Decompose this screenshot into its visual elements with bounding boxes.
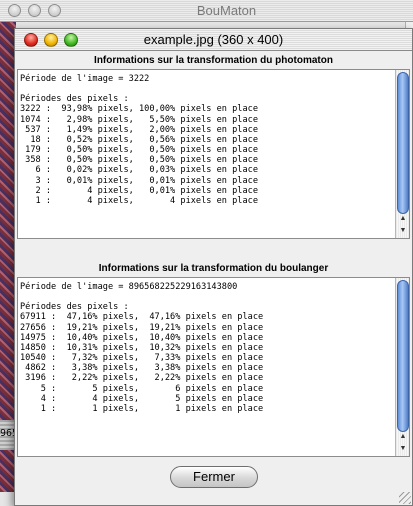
up-arrow-icon[interactable]: ▲ xyxy=(396,213,409,225)
resize-grip-icon[interactable] xyxy=(399,492,411,504)
text-line: 4 : 4 pixels, 5 pixels en place xyxy=(20,393,264,404)
close-button[interactable]: Fermer xyxy=(170,466,258,488)
photomaton-text-area[interactable]: Période de l'image = 3222 Périodes des p… xyxy=(17,69,410,239)
text-line: 3222 : 93,98% pixels, 100,00% pixels en … xyxy=(20,104,258,115)
photomaton-scroll-thumb[interactable] xyxy=(397,72,409,214)
text-line: 6 : 0,02% pixels, 0,03% pixels en place xyxy=(20,165,258,176)
text-line: Période de l'image = 3222 xyxy=(20,74,150,84)
text-line: 4862 : 3,38% pixels, 3,38% pixels en pla… xyxy=(20,363,264,374)
text-line: 67911 : 47,16% pixels, 47,16% pixels en … xyxy=(20,312,264,323)
text-line: 27656 : 19,21% pixels, 19,21% pixels en … xyxy=(20,322,264,333)
text-line: 14850 : 10,31% pixels, 10,32% pixels en … xyxy=(20,342,264,353)
photomaton-heading: Informations sur la transformation du ph… xyxy=(94,55,333,66)
text-line: 18 : 0,52% pixels, 0,56% pixels en place xyxy=(20,134,258,145)
photomaton-scrollbar[interactable]: ▲ ▼ xyxy=(395,70,409,238)
text-line: 3 : 0,01% pixels, 0,01% pixels en place xyxy=(20,175,258,186)
text-line: 10540 : 7,32% pixels, 7,33% pixels en pl… xyxy=(20,353,264,364)
boulanger-scrollbar[interactable]: ▲ ▼ xyxy=(395,278,409,456)
window-title: example.jpg (360 x 400) xyxy=(143,32,284,47)
text-line: 3196 : 2,22% pixels, 2,22% pixels en pla… xyxy=(20,373,264,384)
info-window: example.jpg (360 x 400) Informations sur… xyxy=(14,28,413,506)
text-line: Périodes des pixels : xyxy=(20,302,129,313)
text-line: Périodes des pixels : xyxy=(20,94,129,105)
text-line xyxy=(20,292,393,302)
background-window-title: BouMaton xyxy=(196,3,257,18)
background-titlebar[interactable]: BouMaton xyxy=(0,0,413,22)
text-line: 1074 : 2,98% pixels, 5,50% pixels en pla… xyxy=(20,114,258,125)
button-bar: Fermer xyxy=(15,466,412,496)
text-line: 358 : 0,50% pixels, 0,50% pixels en plac… xyxy=(20,155,258,166)
boulanger-text-area[interactable]: Période de l'image = 8965682252291631438… xyxy=(17,277,410,457)
text-line: 1 : 4 pixels, 4 pixels en place xyxy=(20,195,258,206)
boulanger-text: Période de l'image = 8965682252291631438… xyxy=(20,282,393,414)
text-line: 2 : 4 pixels, 0,01% pixels en place xyxy=(20,185,258,196)
text-line: 179 : 0,50% pixels, 0,50% pixels en plac… xyxy=(20,145,258,156)
text-line: 537 : 1,49% pixels, 2,00% pixels en plac… xyxy=(20,124,258,135)
text-line: Période de l'image = 8965682252291631438… xyxy=(20,282,238,292)
down-arrow-icon[interactable]: ▼ xyxy=(396,225,409,237)
boulanger-scroll-thumb[interactable] xyxy=(397,280,409,432)
boulanger-heading: Informations sur la transformation du bo… xyxy=(98,263,329,274)
text-line: 1 : 1 pixels, 1 pixels en place xyxy=(20,403,264,414)
photomaton-text: Période de l'image = 3222 Périodes des p… xyxy=(20,74,393,206)
text-line xyxy=(20,84,393,94)
text-line: 14975 : 10,40% pixels, 10,40% pixels en … xyxy=(20,332,264,343)
down-arrow-icon[interactable]: ▼ xyxy=(396,443,409,455)
up-arrow-icon[interactable]: ▲ xyxy=(396,431,409,443)
window-titlebar[interactable]: example.jpg (360 x 400) xyxy=(15,29,412,51)
text-line: 5 : 5 pixels, 6 pixels en place xyxy=(20,383,264,394)
